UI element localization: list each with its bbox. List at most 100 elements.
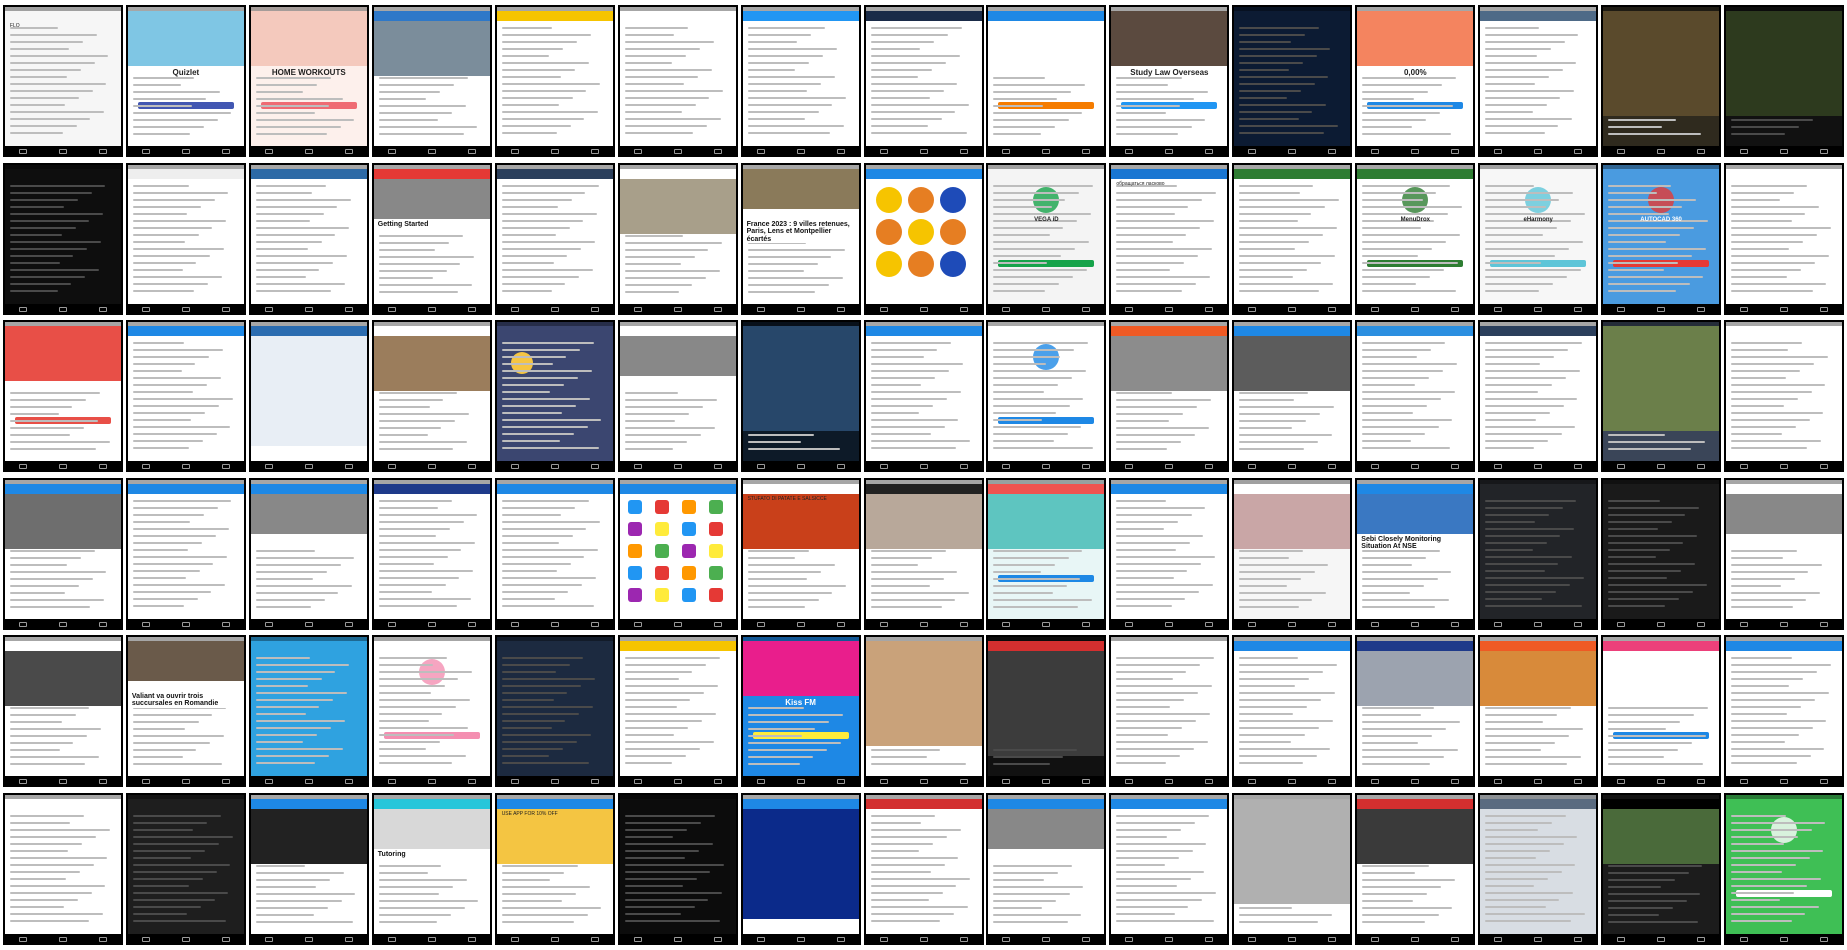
recents-icon[interactable] — [1574, 306, 1583, 312]
recents-icon[interactable] — [713, 306, 722, 312]
recents-icon[interactable] — [1205, 464, 1214, 470]
category-icon[interactable] — [654, 587, 669, 602]
recents-icon[interactable] — [98, 464, 107, 470]
recents-icon[interactable] — [1205, 149, 1214, 155]
recents-icon[interactable] — [1574, 936, 1583, 942]
recents-icon[interactable] — [836, 621, 845, 627]
back-icon[interactable] — [633, 149, 642, 155]
back-icon[interactable] — [1371, 306, 1380, 312]
back-icon[interactable] — [1740, 621, 1749, 627]
recents-icon[interactable] — [467, 779, 476, 785]
category-icon[interactable] — [708, 587, 723, 602]
back-icon[interactable] — [633, 779, 642, 785]
recents-icon[interactable] — [344, 936, 353, 942]
recents-icon[interactable] — [959, 779, 968, 785]
app-screenshot-tile[interactable] — [617, 320, 738, 473]
home-icon[interactable] — [1780, 621, 1789, 627]
home-icon[interactable] — [1042, 621, 1051, 627]
back-icon[interactable] — [1371, 149, 1380, 155]
home-icon[interactable] — [550, 306, 559, 312]
app-screenshot-tile[interactable] — [617, 162, 738, 315]
app-screenshot-tile[interactable] — [1109, 635, 1230, 788]
home-icon[interactable] — [427, 936, 436, 942]
app-screenshot-tile[interactable] — [1109, 320, 1230, 473]
recents-icon[interactable] — [1328, 464, 1337, 470]
back-icon[interactable] — [1125, 149, 1134, 155]
back-icon[interactable] — [1002, 779, 1011, 785]
app-screenshot-tile[interactable] — [1724, 477, 1845, 630]
back-icon[interactable] — [18, 306, 27, 312]
back-icon[interactable] — [1125, 464, 1134, 470]
back-icon[interactable] — [18, 621, 27, 627]
home-icon[interactable] — [1288, 149, 1297, 155]
recents-icon[interactable] — [836, 464, 845, 470]
home-icon[interactable] — [1780, 936, 1789, 942]
back-icon[interactable] — [387, 306, 396, 312]
home-icon[interactable] — [1411, 779, 1420, 785]
category-icon[interactable] — [627, 543, 642, 558]
back-icon[interactable] — [1740, 149, 1749, 155]
app-screenshot-tile[interactable] — [1478, 5, 1599, 158]
app-screenshot-tile[interactable] — [986, 792, 1107, 945]
app-screenshot-tile[interactable] — [1355, 792, 1476, 945]
category-icon[interactable] — [708, 521, 723, 536]
app-screenshot-tile[interactable] — [1232, 635, 1353, 788]
recents-icon[interactable] — [344, 779, 353, 785]
home-icon[interactable] — [1534, 936, 1543, 942]
back-icon[interactable] — [756, 464, 765, 470]
back-icon[interactable] — [1617, 149, 1626, 155]
recents-icon[interactable] — [1328, 306, 1337, 312]
home-icon[interactable] — [796, 779, 805, 785]
recents-icon[interactable] — [1451, 464, 1460, 470]
app-screenshot-tile[interactable]: HOME WORKOUTS — [248, 5, 369, 158]
app-screenshot-tile[interactable] — [986, 320, 1107, 473]
app-screenshot-tile[interactable] — [617, 635, 738, 788]
map-view[interactable] — [250, 336, 367, 447]
home-icon[interactable] — [796, 936, 805, 942]
home-icon[interactable] — [427, 779, 436, 785]
back-icon[interactable] — [141, 149, 150, 155]
home-icon[interactable] — [1657, 464, 1666, 470]
recents-icon[interactable] — [344, 149, 353, 155]
home-icon[interactable] — [304, 306, 313, 312]
home-icon[interactable] — [181, 936, 190, 942]
category-icon[interactable] — [654, 543, 669, 558]
home-icon[interactable] — [304, 149, 313, 155]
category-icon[interactable] — [681, 587, 696, 602]
recents-icon[interactable] — [590, 621, 599, 627]
recents-icon[interactable] — [590, 306, 599, 312]
back-icon[interactable] — [1617, 779, 1626, 785]
recents-icon[interactable] — [1328, 149, 1337, 155]
recents-icon[interactable] — [98, 621, 107, 627]
recents-icon[interactable] — [98, 779, 107, 785]
back-icon[interactable] — [18, 779, 27, 785]
back-icon[interactable] — [879, 621, 888, 627]
recents-icon[interactable] — [1082, 621, 1091, 627]
recents-icon[interactable] — [221, 149, 230, 155]
home-icon[interactable] — [1288, 306, 1297, 312]
home-icon[interactable] — [304, 464, 313, 470]
back-icon[interactable] — [1248, 779, 1257, 785]
recents-icon[interactable] — [221, 306, 230, 312]
home-icon[interactable] — [1780, 149, 1789, 155]
app-screenshot-tile[interactable] — [248, 477, 369, 630]
category-icon[interactable] — [627, 565, 642, 580]
back-icon[interactable] — [18, 936, 27, 942]
back-icon[interactable] — [1248, 306, 1257, 312]
app-screenshot-tile[interactable]: 0,00% — [1355, 5, 1476, 158]
category-icon[interactable] — [708, 565, 723, 580]
app-screenshot-tile[interactable] — [1601, 635, 1722, 788]
home-icon[interactable] — [1411, 149, 1420, 155]
back-icon[interactable] — [387, 464, 396, 470]
recents-icon[interactable] — [98, 936, 107, 942]
app-screenshot-tile[interactable]: Getting Started — [371, 162, 492, 315]
recents-icon[interactable] — [1082, 936, 1091, 942]
back-icon[interactable] — [633, 621, 642, 627]
home-icon[interactable] — [427, 621, 436, 627]
back-icon[interactable] — [1248, 936, 1257, 942]
back-icon[interactable] — [1494, 621, 1503, 627]
back-icon[interactable] — [1494, 464, 1503, 470]
recents-icon[interactable] — [590, 464, 599, 470]
app-screenshot-tile[interactable] — [1601, 477, 1722, 630]
back-icon[interactable] — [1371, 779, 1380, 785]
